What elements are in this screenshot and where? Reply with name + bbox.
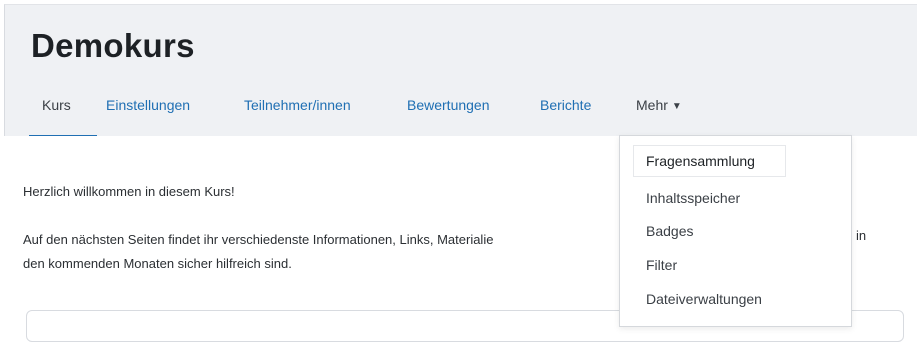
tab-berichte[interactable]: Berichte [540,97,591,113]
course-nav: Kurs Einstellungen Teilnehmer/innen Bewe… [5,89,917,138]
tab-kurs[interactable]: Kurs [42,97,71,113]
intro-line-1-end: in [856,228,867,243]
welcome-text: Herzlich willkommen in diesem Kurs! [23,184,235,199]
menu-item-filter[interactable]: Filter [620,250,851,280]
intro-line-1: Auf den nächsten Seiten findet ihr versc… [23,232,494,247]
more-dropdown-menu: Fragensammlung Inhaltsspeicher Badges Fi… [619,135,852,327]
menu-item-label: Filter [646,257,678,273]
course-header: Demokurs Kurs Einstellungen Teilnehmer/i… [4,4,917,138]
tab-mehr[interactable]: Mehr ▼ [636,97,682,113]
tab-teilnehmer[interactable]: Teilnehmer/innen [244,97,351,113]
menu-item-inhaltsspeicher[interactable]: Inhaltsspeicher [620,183,851,213]
chevron-down-icon: ▼ [671,101,682,112]
page-title: Demokurs [31,27,195,64]
menu-item-label: Inhaltsspeicher [646,190,741,206]
menu-item-label: Fragensammlung [646,153,755,169]
tab-mehr-label: Mehr [636,97,668,113]
menu-item-label: Dateiverwaltungen [646,291,762,307]
menu-item-label: Badges [646,223,694,239]
tab-bewertungen[interactable]: Bewertungen [407,97,490,113]
tab-einstellungen[interactable]: Einstellungen [106,97,190,113]
menu-item-fragensammlung[interactable]: Fragensammlung [633,145,786,177]
menu-item-dateiverwaltungen[interactable]: Dateiverwaltungen [620,284,851,314]
intro-line-2: den kommenden Monaten sicher hilfreich s… [23,256,292,271]
menu-item-badges[interactable]: Badges [620,216,851,246]
